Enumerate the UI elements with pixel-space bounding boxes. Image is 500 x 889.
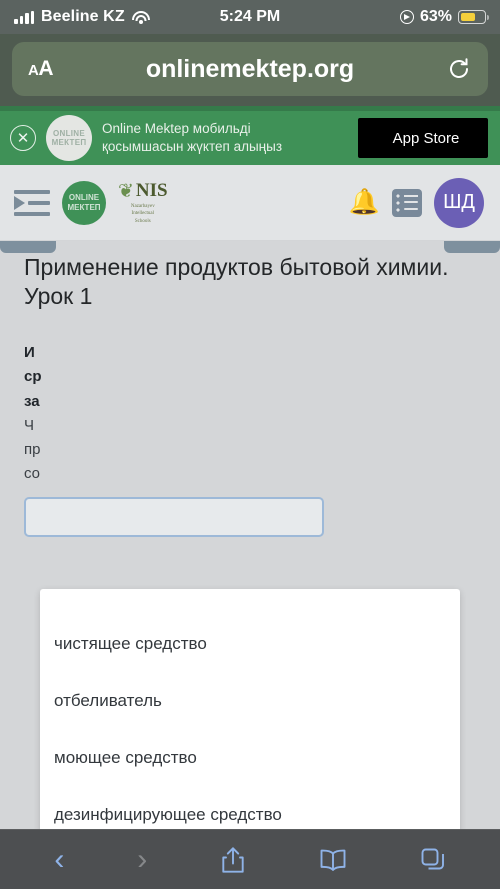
banner-logo-line-1: ONLINE <box>52 128 86 138</box>
text-size-button[interactable]: AA <box>28 57 54 81</box>
nis-logo: ❦ NIS Nazarbayev Intellectual Schools <box>118 180 168 225</box>
url-text: onlinemektep.org <box>145 54 355 83</box>
dropdown-option[interactable]: дезинфицирующее средство <box>40 786 460 829</box>
phone-screen: Beeline KZ 5:24 PM 63% AA onlinemektep.o… <box>0 0 500 889</box>
answer-select-field[interactable] <box>24 496 324 537</box>
om-logo-line-2: МЕКТЕП <box>67 202 101 212</box>
question-line-3: со <box>24 465 41 483</box>
question-text: И ср за Ч пр со <box>24 341 476 537</box>
signal-bars-icon <box>14 10 34 24</box>
chevron-left-icon[interactable]: ‹ <box>54 844 64 875</box>
app-store-button[interactable]: App Store <box>358 118 488 158</box>
nis-sub-line-3: Schools <box>134 218 151 224</box>
leaf-icon: ❦ <box>118 180 134 202</box>
question-bold-line-1: И <box>24 344 35 361</box>
dropdown-option[interactable]: моющее средство <box>40 729 460 786</box>
menu-collapse-icon[interactable] <box>14 189 50 216</box>
list-icon[interactable] <box>392 188 422 217</box>
status-bar-left: Beeline KZ <box>14 8 150 26</box>
site-header: ONLINE МЕКТЕП ❦ NIS Nazarbayev Intellect… <box>0 165 500 241</box>
browser-bottom-toolbar: ‹ › <box>0 829 500 889</box>
browser-address-bar-container: AA onlinemektep.org <box>0 34 500 106</box>
om-logo-line-1: ONLINE <box>68 192 100 202</box>
status-bar-right: 63% <box>399 8 489 26</box>
question-bold-line-2: ср <box>24 368 42 386</box>
question-line-2: пр <box>24 441 41 459</box>
online-mektep-logo[interactable]: ONLINE МЕКТЕП <box>62 180 106 225</box>
tabs-icon[interactable] <box>420 847 446 873</box>
carrier-name: Beeline KZ <box>41 8 125 25</box>
banner-text: Online Mektep мобильді қосымшасын жүктеп… <box>102 120 348 156</box>
question-bold-line-3: за <box>24 392 40 410</box>
banner-text-line-2: қосымшасын жүктеп алыңыз <box>102 139 283 154</box>
text-size-small-a: A <box>28 62 39 79</box>
share-icon[interactable] <box>220 846 246 874</box>
dropdown-option[interactable]: чистящее средство <box>40 615 460 672</box>
nis-sub-line-2: Intellectual <box>131 211 155 217</box>
location-arrow-icon <box>399 10 414 24</box>
answer-dropdown-list[interactable]: чистящее средство отбеливатель моющее ср… <box>40 589 460 829</box>
book-icon[interactable] <box>319 848 347 872</box>
battery-percent: 63% <box>419 8 452 25</box>
nis-logo-top: ❦ NIS <box>118 180 168 202</box>
question-line-1: Ч <box>24 416 34 434</box>
nis-subtitle: Nazarbayev Intellectual Schools <box>131 203 155 225</box>
battery-icon <box>458 10 489 24</box>
nis-title: NIS <box>135 180 168 202</box>
banner-logo-line-2: МЕКТЕП <box>51 138 87 147</box>
reload-icon[interactable] <box>446 56 472 82</box>
app-store-label: App Store <box>392 129 460 147</box>
tab-stub-right[interactable] <box>444 241 500 253</box>
ios-status-bar: Beeline KZ 5:24 PM 63% <box>0 0 500 34</box>
dropdown-option[interactable]: отбеливатель <box>40 672 460 729</box>
bell-icon[interactable]: 🔔 <box>349 190 380 215</box>
nis-sub-line-1: Nazarbayev <box>130 204 155 210</box>
tab-stub-left[interactable] <box>0 241 56 253</box>
banner-app-logo: ONLINE МЕКТЕП <box>46 115 92 161</box>
browser-address-bar[interactable]: AA onlinemektep.org <box>12 42 488 96</box>
lesson-content: Применение продуктов бытовой химии. Урок… <box>0 241 500 829</box>
avatar[interactable]: ШД <box>434 177 484 228</box>
app-install-banner: ✕ ONLINE МЕКТЕП Online Mektep мобильді қ… <box>0 106 500 165</box>
wifi-icon <box>131 10 150 24</box>
chevron-right-icon[interactable]: › <box>137 844 147 875</box>
page-title: Применение продуктов бытовой химии. Урок… <box>24 254 449 309</box>
banner-text-line-1: Online Mektep мобильді <box>102 120 251 136</box>
text-size-big-a: A <box>38 57 54 80</box>
close-icon[interactable]: ✕ <box>10 125 36 151</box>
